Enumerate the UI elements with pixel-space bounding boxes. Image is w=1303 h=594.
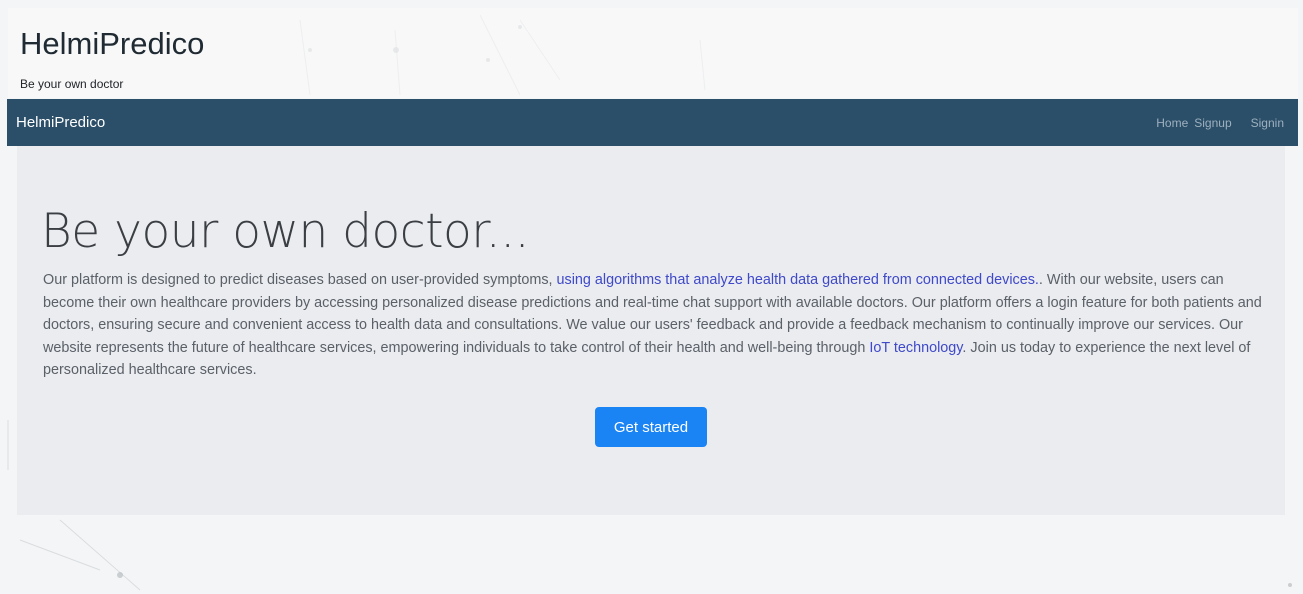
hero-section: Be your own doctor... Our platform is de… [17, 146, 1285, 515]
get-started-button[interactable]: Get started [595, 407, 707, 447]
site-tagline: Be your own doctor [20, 77, 124, 91]
navbar: HelmiPredico Home Signup Signin [7, 99, 1298, 146]
nav-links: Home Signup Signin [1148, 116, 1284, 130]
nav-link-home[interactable]: Home [1156, 116, 1188, 130]
hero-text-highlight-algorithms: using algorithms that analyze health dat… [556, 272, 1039, 288]
site-title: HelmiPredico [20, 26, 205, 61]
navbar-brand-link[interactable]: HelmiPredico [16, 114, 105, 131]
hero-text-part-1: Our platform is designed to predict dise… [43, 272, 557, 288]
nav-link-signin[interactable]: Signin [1251, 116, 1284, 130]
hero-description: Our platform is designed to predict dise… [43, 269, 1265, 382]
hero-text-highlight-iot: IoT technology [869, 339, 963, 356]
nav-link-signup[interactable]: Signup [1194, 116, 1231, 130]
site-header: HelmiPredico Be your own doctor [8, 8, 1298, 98]
hero-title: Be your own doctor... [41, 204, 530, 259]
